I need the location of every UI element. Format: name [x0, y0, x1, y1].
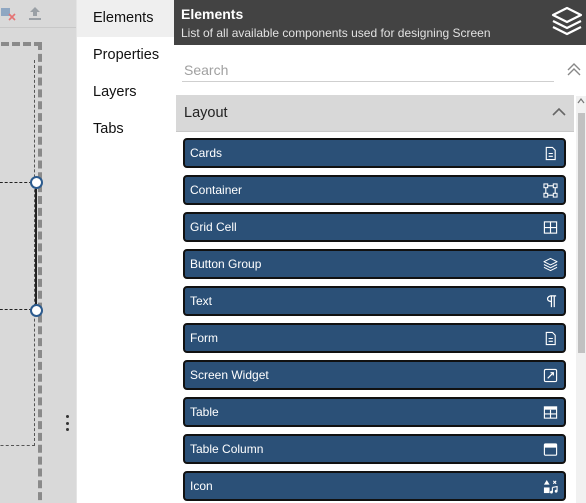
element-screen-widget[interactable]: Screen Widget	[183, 360, 566, 390]
element-text[interactable]: Text	[183, 286, 566, 316]
frame-icon	[543, 183, 558, 198]
layers-icon	[543, 257, 558, 272]
panel-resize-grip[interactable]	[64, 415, 70, 431]
side-nav: Elements Properties Layers Tabs	[76, 0, 174, 503]
nav-tab-tabs[interactable]: Tabs	[77, 111, 174, 148]
element-icon[interactable]: Icon	[183, 471, 566, 501]
element-table-column[interactable]: Table Column	[183, 434, 566, 464]
upload-icon[interactable]	[26, 4, 44, 22]
element-table[interactable]: Table	[183, 397, 566, 427]
canvas-toolbar	[0, 0, 76, 27]
panel-header: Elements List of all available component…	[174, 0, 586, 45]
widget-icon	[543, 368, 558, 383]
element-button-group[interactable]: Button Group	[183, 249, 566, 279]
element-label: Table Column	[190, 442, 264, 456]
panel-subtitle: List of all available components used fo…	[181, 26, 491, 40]
nav-tab-elements[interactable]: Elements	[77, 0, 174, 37]
element-label: Cards	[190, 146, 223, 160]
grid-icon	[543, 220, 558, 235]
canvas-toolbar-divider	[0, 27, 76, 28]
scroll-up-icon[interactable]	[577, 97, 585, 105]
panel-title: Elements	[181, 6, 244, 22]
elements-panel: Elements List of all available component…	[174, 0, 586, 503]
element-label: Form	[190, 331, 218, 345]
element-label: Button Group	[190, 257, 262, 271]
element-list: Cards Container Grid Cell Button Group T…	[183, 138, 566, 503]
element-form[interactable]: Form	[183, 323, 566, 353]
section-header-layout[interactable]: Layout	[176, 95, 574, 132]
document-icon	[543, 146, 558, 161]
element-label: Text	[190, 294, 213, 308]
nav-tab-layers[interactable]: Layers	[77, 74, 174, 111]
table-column-icon	[543, 442, 558, 457]
chevron-up-icon	[552, 107, 566, 116]
selected-element[interactable]	[0, 182, 37, 310]
design-canvas[interactable]	[0, 0, 76, 503]
element-label: Table	[190, 405, 219, 419]
scrollbar-thumb[interactable]	[578, 113, 585, 353]
element-label: Container	[190, 183, 243, 197]
resize-handle-top[interactable]	[30, 176, 43, 189]
layers-stack-icon	[551, 6, 583, 36]
element-container[interactable]: Container	[183, 175, 566, 205]
clear-icon[interactable]	[0, 4, 18, 22]
resize-handle-bottom[interactable]	[30, 304, 43, 317]
collapse-all-icon[interactable]	[566, 61, 582, 77]
section-label: Layout	[184, 105, 228, 121]
search-input[interactable]	[182, 58, 554, 82]
document-icon	[543, 331, 558, 346]
element-label: Icon	[190, 479, 213, 493]
icon-shapes-icon	[543, 479, 558, 494]
table-icon	[543, 405, 558, 420]
nav-tab-properties[interactable]: Properties	[77, 37, 174, 74]
element-cards[interactable]: Cards	[183, 138, 566, 168]
search-row	[174, 45, 586, 93]
element-grid-cell[interactable]: Grid Cell	[183, 212, 566, 242]
element-label: Screen Widget	[190, 368, 269, 382]
pilcrow-icon	[543, 294, 558, 309]
element-label: Grid Cell	[190, 220, 237, 234]
